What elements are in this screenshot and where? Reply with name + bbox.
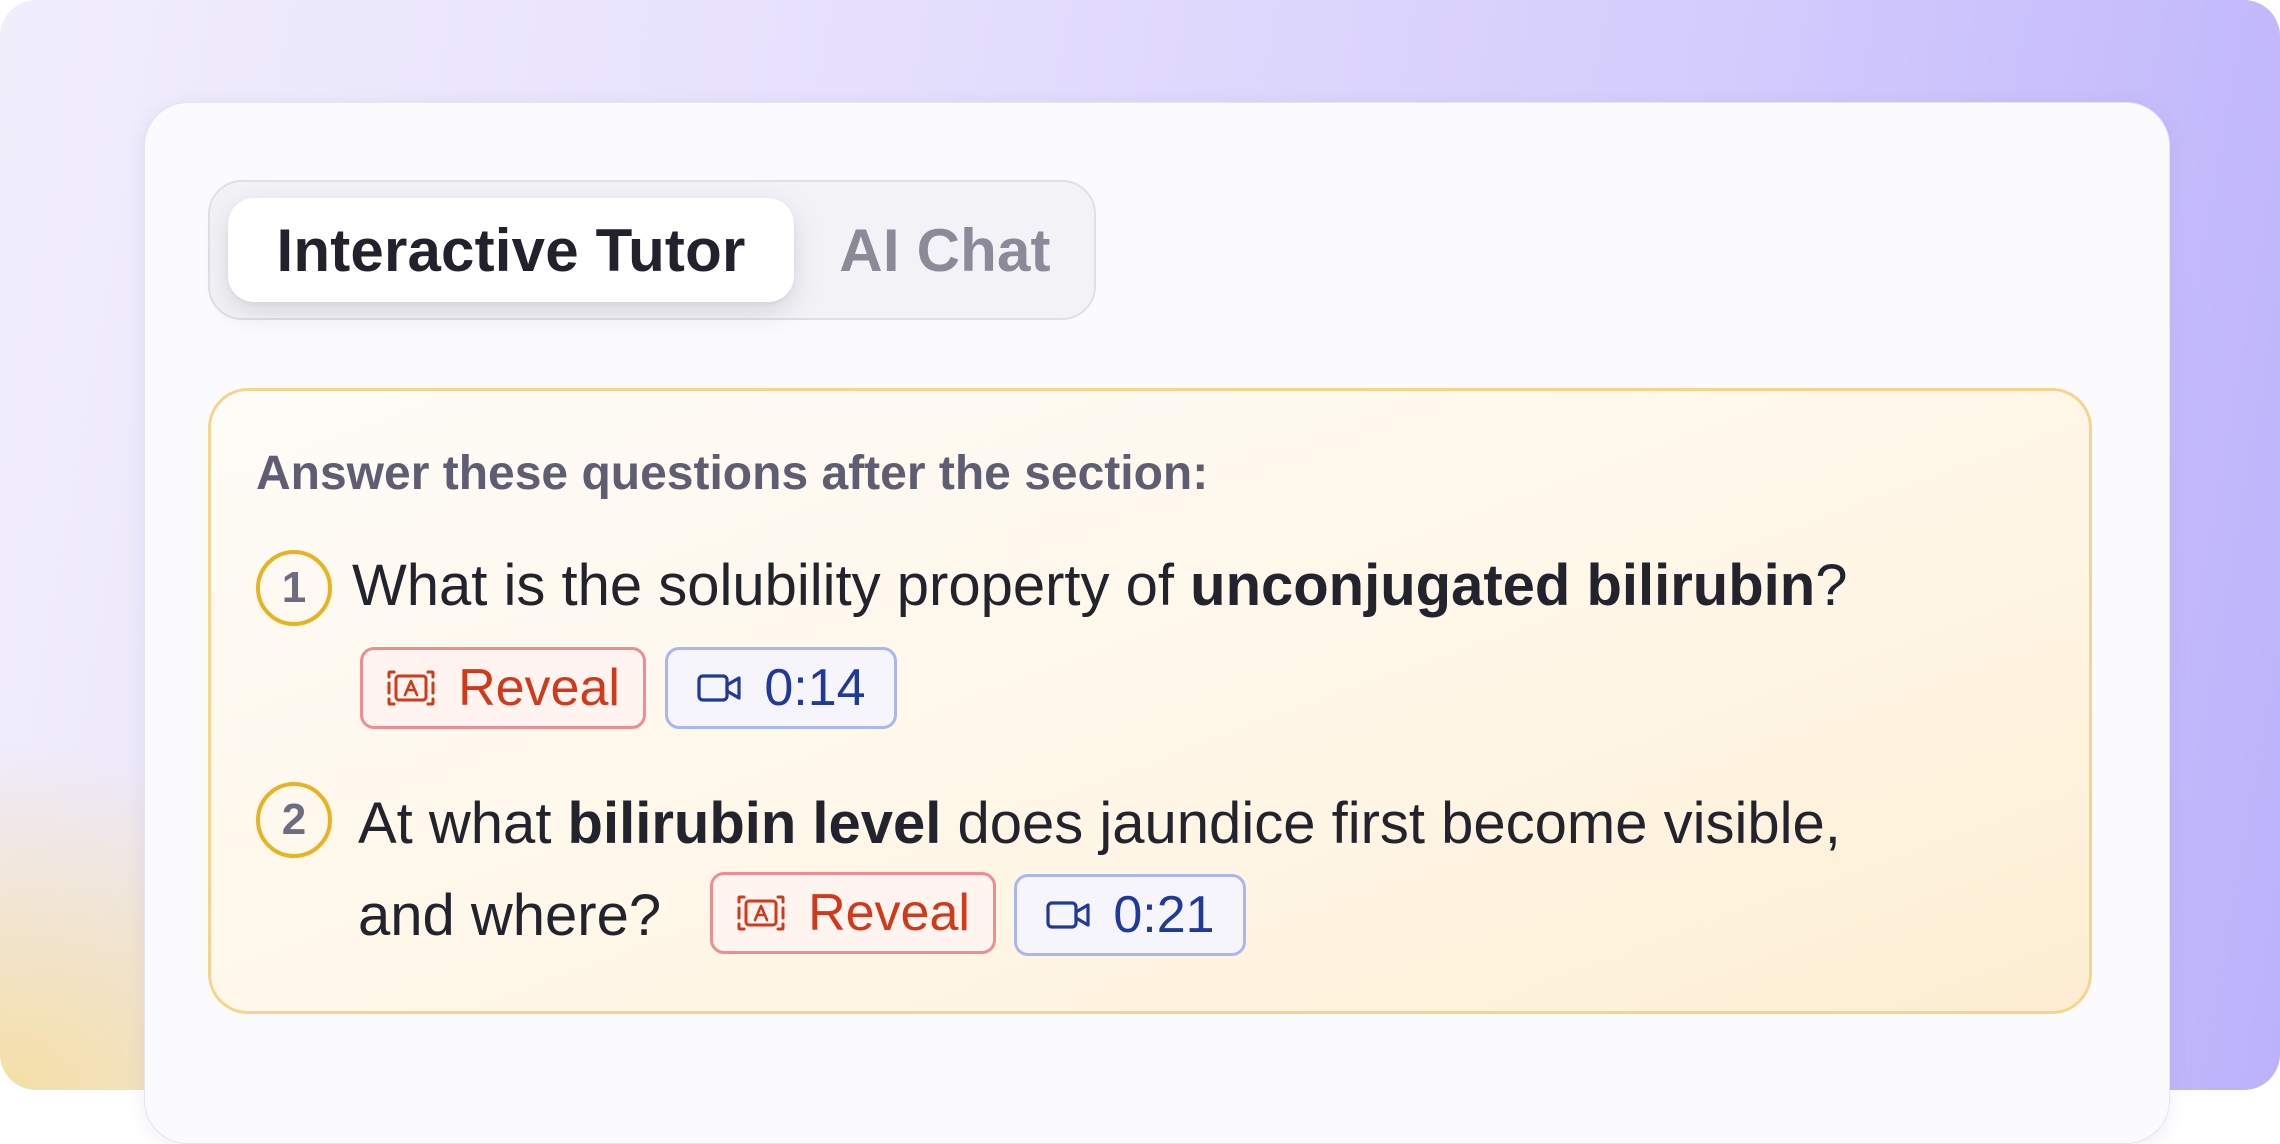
question-key-term: unconjugated bilirubin <box>1190 553 1816 618</box>
questions-heading: Answer these questions after the section… <box>256 447 1209 500</box>
reveal-label: Reveal <box>458 659 620 717</box>
reveal-answer-button[interactable]: Reveal <box>710 872 996 954</box>
question-text: At what bilirubin level does jaundice fi… <box>358 790 1841 857</box>
question-text-part: ? <box>1815 553 1848 618</box>
video-timestamp-button[interactable]: 0:14 <box>665 647 897 729</box>
question-text: What is the solubility property of uncon… <box>352 552 1847 619</box>
answer-card-icon <box>737 895 785 931</box>
reveal-label: Reveal <box>808 884 970 942</box>
question-text-part: What is the solubility property of <box>352 553 1191 618</box>
video-camera-icon <box>697 674 741 702</box>
question-text-continued: and where? <box>358 883 662 948</box>
tab-interactive-tutor[interactable]: Interactive Tutor <box>228 198 794 302</box>
question-number-badge: 1 <box>256 550 332 626</box>
mode-tab-switcher: Interactive Tutor AI Chat <box>208 180 1096 320</box>
reveal-answer-button[interactable]: Reveal <box>360 647 646 729</box>
video-timestamp-label: 0:14 <box>764 659 866 717</box>
question-text-part: At what <box>358 791 568 856</box>
question-text-part: does jaundice first become visible, <box>941 791 1841 856</box>
video-camera-icon <box>1046 901 1090 929</box>
tab-ai-chat[interactable]: AI Chat <box>810 198 1080 302</box>
video-timestamp-label: 0:21 <box>1113 886 1215 944</box>
answer-card-icon <box>387 670 435 706</box>
question-number-badge: 2 <box>256 782 332 858</box>
question-key-term: bilirubin level <box>567 791 942 856</box>
video-timestamp-button[interactable]: 0:21 <box>1014 874 1246 956</box>
